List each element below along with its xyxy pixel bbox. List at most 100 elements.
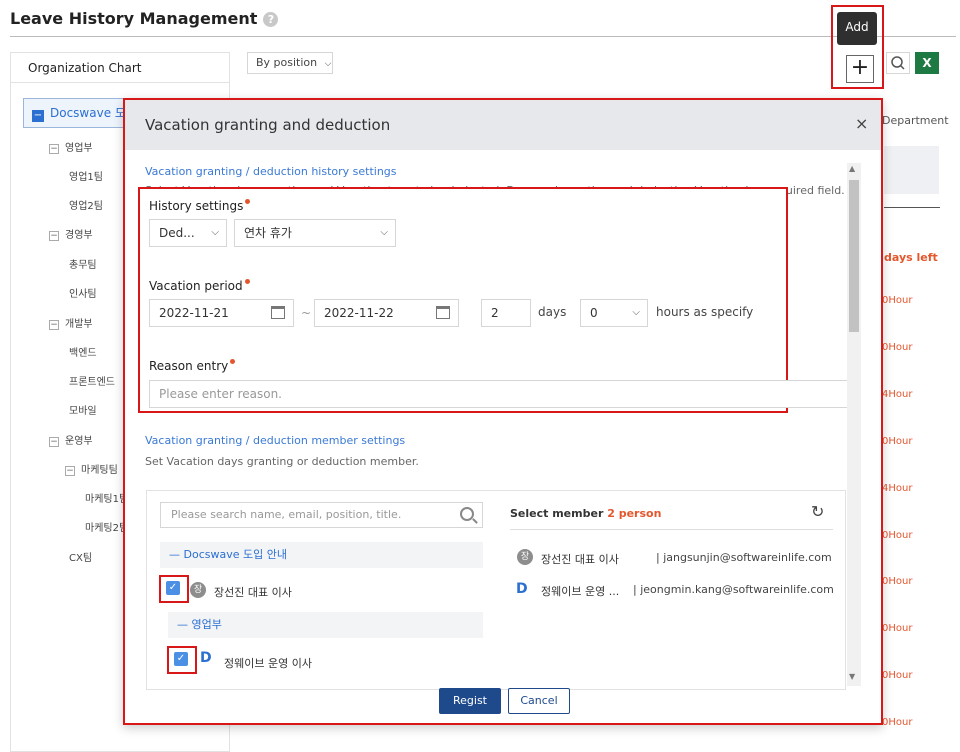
hours-label: hours as specify <box>656 305 754 319</box>
hour-cell: 0Hour <box>882 342 913 353</box>
page-title-text: Leave History Management <box>10 9 258 28</box>
select-member-header: Select member 2 person <box>510 507 662 520</box>
reason-input[interactable]: Please enter reason. <box>149 380 849 408</box>
collapse-icon[interactable]: − <box>49 437 59 447</box>
required-dot <box>230 359 236 364</box>
tree-item-marketing2[interactable]: 마케팅2팀 <box>85 519 128 534</box>
docswave-avatar-icon: D <box>516 581 528 597</box>
hour-cell: 0Hour <box>882 436 913 447</box>
excel-export-button[interactable]: X <box>915 52 939 74</box>
history-section-title: Vacation granting / deduction history se… <box>145 165 397 178</box>
history-settings-box: History settings Ded... ⌵ 연차 휴가 ⌵ Vacation… <box>138 187 849 413</box>
selected-member-email: | jangsunjin@softwareinlife.com <box>656 551 832 564</box>
scrollbar-thumb[interactable] <box>849 180 859 332</box>
hour-cell: 4Hour <box>882 389 913 400</box>
calendar-icon[interactable] <box>271 306 285 319</box>
add-button[interactable]: + <box>846 55 874 83</box>
member-name: 장선진 대표 이사 <box>214 586 292 599</box>
member-name: 정웨이브 운영 이사 <box>224 657 312 670</box>
page-title: Leave History Management? <box>10 9 279 28</box>
column-header-days-left: days left <box>884 251 938 264</box>
scroll-down-icon[interactable]: ▼ <box>849 672 855 681</box>
selected-member-name: 장선진 대표 이사 <box>541 553 619 566</box>
cancel-button[interactable]: Cancel <box>508 688 570 714</box>
regist-button[interactable]: Regist <box>439 688 501 714</box>
table-top-divider <box>884 207 940 208</box>
avatar: 장 <box>517 549 533 565</box>
leave-type-select[interactable]: 연차 휴가 ⌵ <box>234 219 396 247</box>
vacation-modal: Vacation granting and deduction × Vacati… <box>123 98 883 725</box>
hour-cell: 0Hour <box>882 530 913 541</box>
docswave-avatar-icon: D <box>200 650 212 666</box>
member-search-input[interactable]: Please search name, email, position, tit… <box>160 502 483 528</box>
member-checkbox[interactable]: ✓ <box>174 652 188 666</box>
tree-item-sales[interactable]: − 영업부 <box>49 139 93 154</box>
help-icon[interactable]: ? <box>263 12 279 27</box>
tree-item-backend[interactable]: 백엔드 <box>69 344 97 359</box>
chevron-down-icon: ⌵ <box>211 227 219 238</box>
search-icon[interactable] <box>460 507 474 521</box>
vacation-period-label: Vacation period <box>149 279 250 293</box>
avatar: 장 <box>190 582 206 598</box>
collapse-icon[interactable]: − <box>65 466 75 476</box>
selected-member-email: | jeongmin.kang@softwareinlife.com <box>633 583 834 596</box>
days-input[interactable]: 2 <box>481 299 531 327</box>
column-header-department: Department <box>882 114 949 127</box>
hour-cell: 0Hour <box>882 670 913 681</box>
add-tooltip: Add <box>837 12 877 45</box>
tree-item-mobile[interactable]: 모바일 <box>69 402 97 417</box>
hour-cell: 0Hour <box>882 717 913 728</box>
search-icon <box>891 56 905 70</box>
collapse-icon[interactable]: − <box>49 144 59 154</box>
hour-cell: 4Hour <box>882 483 913 494</box>
collapse-icon[interactable]: − <box>32 110 44 122</box>
search-button[interactable] <box>886 52 910 74</box>
calendar-icon[interactable] <box>436 306 450 319</box>
member-section-desc: Set Vacation days granting or deduction … <box>145 455 419 468</box>
member-checkbox[interactable]: ✓ <box>166 581 180 595</box>
collapse-icon[interactable]: − <box>49 320 59 330</box>
end-date-input[interactable]: 2022-11-22 <box>314 299 459 327</box>
tree-item-marketing1[interactable]: 마케팅1팀 <box>85 490 128 505</box>
member-section-title: Vacation granting / deduction member set… <box>145 434 406 447</box>
tree-item-operations[interactable]: − 운영부 <box>49 432 93 447</box>
position-select[interactable]: By position ⌵ <box>247 52 333 74</box>
required-dot <box>245 199 251 204</box>
chevron-down-icon: ⌵ <box>380 227 388 238</box>
select-member-divider <box>510 529 833 530</box>
member-selection-box: Please search name, email, position, tit… <box>146 490 846 690</box>
modal-title: Vacation granting and deduction <box>125 100 881 150</box>
tree-item-management[interactable]: − 경영부 <box>49 226 93 241</box>
required-dot <box>244 279 250 284</box>
start-date-input[interactable]: 2022-11-21 <box>149 299 294 327</box>
selected-member-name: 정웨이브 운영 ... <box>541 585 620 598</box>
hours-select[interactable]: 0 ⌵ <box>580 299 648 327</box>
hour-cell: 0Hour <box>882 576 913 587</box>
select-member-count: 2 person <box>607 507 662 520</box>
excel-icon: X <box>922 56 932 70</box>
close-icon[interactable]: × <box>855 114 868 133</box>
group-row-sales[interactable]: — 영업부 <box>168 612 483 638</box>
tree-item-dev[interactable]: − 개발부 <box>49 315 93 330</box>
tree-item-marketing[interactable]: − 마케팅팀 <box>65 461 118 476</box>
tree-item-cx[interactable]: CX팀 <box>69 549 92 564</box>
date-separator: ~ <box>301 306 312 320</box>
filter-area <box>884 146 939 194</box>
group-row-root[interactable]: — Docswave 도입 안내 <box>160 542 483 568</box>
chevron-down-icon: ⌵ <box>632 307 640 318</box>
hour-cell: 0Hour <box>882 623 913 634</box>
scroll-up-icon[interactable]: ▲ <box>849 164 855 173</box>
tree-item-sales2[interactable]: 영업2팀 <box>69 197 103 212</box>
collapse-icon[interactable]: − <box>49 231 59 241</box>
reason-label: Reason entry <box>149 359 236 373</box>
refresh-icon[interactable]: ↻ <box>811 502 824 521</box>
title-divider <box>10 36 956 37</box>
type-select[interactable]: Ded... ⌵ <box>149 219 227 247</box>
tree-item-hr[interactable]: 인사팀 <box>69 285 97 300</box>
tree-item-frontend[interactable]: 프론트엔드 <box>69 373 115 388</box>
org-chart-header: Organization Chart <box>11 53 229 83</box>
tree-item-sales1[interactable]: 영업1팀 <box>69 168 103 183</box>
hour-cell: 0Hour <box>882 295 913 306</box>
history-settings-label: History settings <box>149 199 251 213</box>
tree-item-general-affairs[interactable]: 총무팀 <box>69 256 97 271</box>
